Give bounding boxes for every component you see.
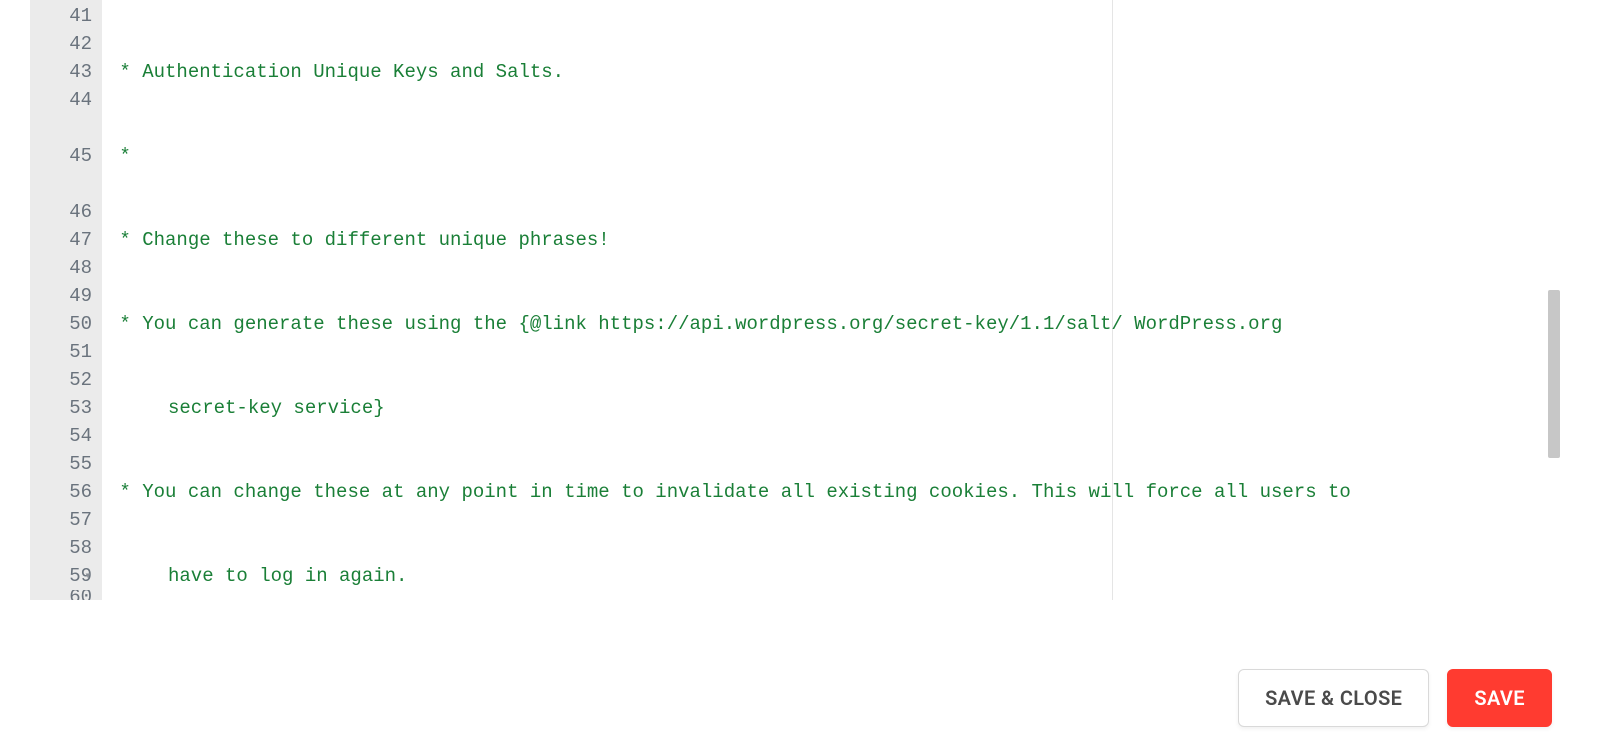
code-comment: * You can generate these using the {@lin… (108, 313, 1294, 335)
line-number: 56 (30, 478, 92, 506)
line-number-gutter: 41 42 43 44 45 46 47 48 49 50 51 52 53 5… (30, 0, 102, 600)
line-number: 59▾ (30, 562, 92, 590)
line-number: 51 (30, 338, 92, 366)
line-number: 49 (30, 282, 92, 310)
line-number: 43 (30, 58, 92, 86)
line-number (30, 170, 92, 198)
code-comment: * (108, 145, 131, 167)
save-button[interactable]: SAVE (1447, 669, 1552, 727)
scrollbar-thumb[interactable] (1548, 290, 1560, 458)
line-number: 42 (30, 30, 92, 58)
line-number: 55 (30, 450, 92, 478)
code-content[interactable]: * Authentication Unique Keys and Salts. … (102, 0, 1560, 600)
line-number (30, 114, 92, 142)
save-and-close-button[interactable]: SAVE & CLOSE (1238, 669, 1429, 727)
line-number: 58 (30, 534, 92, 562)
code-comment: * You can change these at any point in t… (108, 481, 1362, 503)
fold-marker-icon[interactable]: ▾ (82, 562, 94, 590)
code-comment: secret-key service} (168, 397, 385, 419)
line-number: 57 (30, 506, 92, 534)
code-comment: * Authentication Unique Keys and Salts. (108, 61, 564, 83)
line-number: 50 (30, 310, 92, 338)
line-number: 44 (30, 86, 92, 114)
scrollbar-track[interactable] (1542, 0, 1560, 600)
line-number: 47 (30, 226, 92, 254)
code-comment: * Change these to different unique phras… (108, 229, 610, 251)
line-number: 45 (30, 142, 92, 170)
code-comment: have to log in again. (168, 565, 407, 587)
code-editor[interactable]: 41 42 43 44 45 46 47 48 49 50 51 52 53 5… (30, 0, 1560, 600)
line-number: 60 (30, 590, 92, 600)
line-number: 46 (30, 198, 92, 226)
line-number: 53 (30, 394, 92, 422)
line-number: 52 (30, 366, 92, 394)
line-number: 54 (30, 422, 92, 450)
line-number: 41 (30, 2, 92, 30)
footer-actions: SAVE & CLOSE SAVE (0, 669, 1560, 727)
line-number: 48 (30, 254, 92, 282)
